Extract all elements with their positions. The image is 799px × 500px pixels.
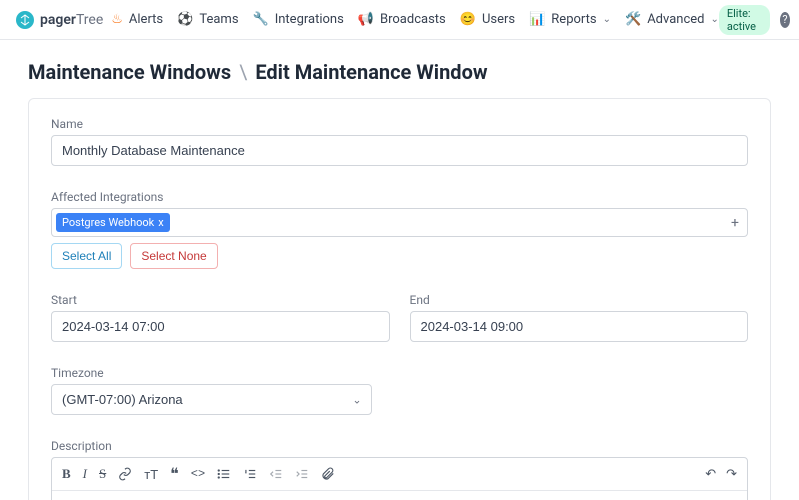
integrations-icon: 🔧 — [253, 12, 269, 27]
quote-button[interactable]: ❝ — [170, 464, 179, 484]
end-input[interactable] — [410, 311, 749, 342]
redo-button[interactable]: ↷ — [726, 466, 737, 482]
breadcrumb: Maintenance Windows \ Edit Maintenance W… — [28, 60, 771, 84]
select-none-button[interactable]: Select None — [130, 243, 217, 269]
ordered-list-button[interactable] — [243, 467, 257, 481]
strike-button[interactable]: S — [99, 466, 106, 482]
add-integration-button[interactable]: + — [731, 215, 739, 231]
undo-button[interactable]: ↶ — [705, 466, 716, 482]
indent-button[interactable] — [295, 467, 309, 481]
top-navbar: pagerTree ♨Alerts ⚽Teams 🔧Integrations 📢… — [0, 0, 799, 40]
timezone-select[interactable] — [51, 384, 372, 415]
name-label: Name — [51, 117, 748, 131]
help-button[interactable]: ? — [780, 12, 790, 28]
description-label: Description — [51, 439, 748, 453]
outdent-button[interactable] — [269, 467, 283, 481]
affected-integrations-input[interactable]: Postgres Webhook x + — [51, 208, 748, 237]
nav-alerts[interactable]: ♨Alerts — [111, 12, 163, 27]
breadcrumb-current: Edit Maintenance Window — [255, 60, 487, 84]
users-icon: 😊 — [460, 12, 476, 27]
start-input[interactable] — [51, 311, 390, 342]
select-all-button[interactable]: Select All — [51, 243, 122, 269]
start-label: Start — [51, 293, 390, 307]
code-button[interactable]: <> — [191, 467, 205, 481]
nav-teams[interactable]: ⚽Teams — [177, 12, 238, 27]
description-textarea[interactable]: The database team will be performing mon… — [52, 491, 747, 500]
bullet-list-button[interactable] — [217, 467, 231, 481]
main-nav: ♨Alerts ⚽Teams 🔧Integrations 📢Broadcasts… — [111, 12, 719, 27]
logo-mark-icon — [16, 11, 34, 29]
teams-icon: ⚽ — [177, 12, 193, 27]
integration-tag-label: Postgres Webhook — [62, 216, 154, 229]
breadcrumb-root[interactable]: Maintenance Windows — [28, 60, 231, 84]
broadcast-icon: 📢 — [358, 12, 374, 27]
form-card: Name Affected Integrations Postgres Webh… — [28, 98, 771, 500]
advanced-icon: 🛠️ — [625, 12, 641, 27]
italic-button[interactable]: I — [83, 466, 87, 482]
remove-tag-icon[interactable]: x — [158, 216, 163, 229]
chevron-down-icon: ⌄ — [710, 14, 718, 25]
nav-broadcasts[interactable]: 📢Broadcasts — [358, 12, 446, 27]
editor-toolbar: B I S тT ❝ <> ↶ ↷ — [52, 458, 747, 491]
nav-reports[interactable]: 📊Reports⌄ — [529, 12, 611, 27]
timezone-label: Timezone — [51, 366, 748, 380]
integration-tag: Postgres Webhook x — [56, 213, 170, 232]
nav-advanced[interactable]: 🛠️Advanced⌄ — [625, 12, 719, 27]
bold-button[interactable]: B — [62, 466, 71, 482]
nav-integrations[interactable]: 🔧Integrations — [253, 12, 344, 27]
nav-users[interactable]: 😊Users — [460, 12, 515, 27]
link-button[interactable] — [118, 467, 132, 481]
reports-icon: 📊 — [529, 12, 545, 27]
format-button[interactable]: тT — [144, 467, 158, 482]
brand-text: pagerTree — [40, 12, 103, 28]
flame-icon: ♨ — [111, 12, 123, 27]
breadcrumb-separator: \ — [239, 60, 247, 84]
affected-integrations-label: Affected Integrations — [51, 190, 748, 204]
chevron-down-icon: ⌄ — [603, 14, 611, 25]
brand-logo[interactable]: pagerTree — [16, 11, 103, 29]
name-input[interactable] — [51, 135, 748, 166]
plan-badge[interactable]: Elite: active — [719, 5, 770, 35]
description-editor: B I S тT ❝ <> ↶ ↷ The — [51, 457, 748, 500]
attach-button[interactable] — [321, 467, 335, 481]
end-label: End — [410, 293, 749, 307]
